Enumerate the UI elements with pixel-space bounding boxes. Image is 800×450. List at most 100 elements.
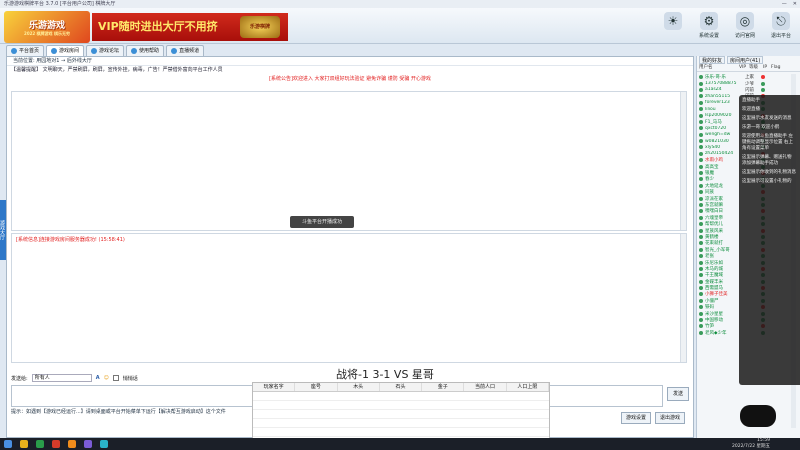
user-icon <box>699 260 703 265</box>
grid-col-player: 玩家名字 <box>253 383 296 391</box>
lobby-side-tab[interactable]: 游戏大厅 <box>0 200 6 260</box>
tab-room-users[interactable]: 房间用户(41) <box>727 56 764 64</box>
table-row[interactable] <box>253 410 549 419</box>
user-icon <box>699 132 703 137</box>
window-controls: — ✕ <box>782 0 797 8</box>
user-name: 13757088875 <box>705 81 737 87</box>
tab-help[interactable]: 使用帮助 <box>126 45 165 56</box>
user-icon <box>699 94 703 99</box>
user-icon <box>699 203 703 207</box>
user-icon <box>699 292 703 297</box>
user-position: 少爷 <box>745 81 754 87</box>
header-buttons: ☀ ⚙ 系统设置 ◎ 访问官网 ⎋ 退出平台 <box>658 12 796 39</box>
send-button[interactable]: 发送 <box>667 387 689 401</box>
browser-icon[interactable] <box>36 440 44 448</box>
user-icon <box>699 119 703 124</box>
col-level: 等级 <box>749 65 758 70</box>
table-row[interactable] <box>253 419 549 428</box>
table-row[interactable] <box>253 401 549 410</box>
tab-help-label: 使用帮助 <box>139 48 160 54</box>
table-row[interactable] <box>253 392 549 401</box>
home-icon <box>11 48 17 54</box>
flag-icon <box>761 87 765 92</box>
user-icon <box>699 75 703 80</box>
system-chat-scrollbar[interactable] <box>680 234 686 362</box>
overlay-message: 这里展示水友发送的消息 <box>742 116 792 121</box>
user-icon <box>699 171 703 176</box>
game-app-icon[interactable] <box>52 440 60 448</box>
user-icon <box>699 158 703 163</box>
user-icon <box>699 126 703 131</box>
sidebar-tabs: 我的好友 房间用户(41) <box>697 56 800 64</box>
close-icon[interactable]: ✕ <box>793 0 797 8</box>
public-chat-area[interactable]: 斗鱼平台开播成功 <box>11 91 687 231</box>
user-name: 乐乐·哥·乐 <box>705 75 726 81</box>
live-icon <box>171 48 178 54</box>
tab-game-rooms[interactable]: 游戏房间 <box>46 45 85 56</box>
user-icon <box>699 215 703 220</box>
user-icon <box>699 286 703 291</box>
game-grid-header: 玩家名字 座号 木头 石头 金子 当前人口 人口上限 <box>253 383 549 392</box>
douyu-icon[interactable] <box>68 440 76 448</box>
system-settings-button[interactable]: ⚙ 系统设置 <box>694 12 724 39</box>
system-settings-label: 系统设置 <box>698 33 719 39</box>
tab-forum[interactable]: 游戏论坛 <box>86 45 125 56</box>
system-chat-area[interactable]: [系统信息]连接游戏房间服务器成功! (15:58:41) <box>11 233 687 363</box>
overlay-message: 欢迎使用斗鱼直播助手 左键拖动调整显示位置 右上角有设置菜单 <box>742 134 793 151</box>
help-icon <box>131 48 138 54</box>
banner-text: VIP随时进出大厅不用挤 <box>98 20 218 33</box>
tab-home-label: 平台首页 <box>19 48 40 54</box>
logo-text: 乐游游戏 <box>28 20 65 31</box>
user-icon <box>699 279 703 284</box>
logo-subtext: 2022 棋牌游戏 棋乐无穷 <box>24 30 70 36</box>
col-flag: Flag <box>771 65 781 70</box>
user-icon <box>699 145 703 150</box>
exit-platform-button[interactable]: ⎋ 退出平台 <box>766 12 796 39</box>
chat-line: [系统信息]连接游戏房间服务器成功! (15:58:41) <box>16 237 125 243</box>
font-icon[interactable]: A <box>96 375 100 381</box>
forum-icon <box>91 48 98 54</box>
table-row[interactable] <box>253 428 549 437</box>
main-tabs: 平台首页 游戏房间 游戏论坛 使用帮助 直播频道 <box>6 45 205 56</box>
minimize-icon[interactable]: — <box>782 0 787 8</box>
whisper-checkbox[interactable] <box>112 375 119 381</box>
overlay-message: 乐游一哥 欢迎小鹤 <box>742 125 780 130</box>
live-assistant-overlay[interactable]: 直播助手 欢迎直播 这里展示水友发送的消息 乐游一哥 欢迎小鹤 欢迎使用斗鱼直播助手 左… <box>739 95 800 385</box>
lightbulb-button[interactable]: ☀ <box>658 12 688 39</box>
logo: 乐游游戏 2022 棋牌游戏 棋乐无穷 <box>4 11 90 43</box>
grid-col-gold: 金子 <box>422 383 465 391</box>
tab-my-friends[interactable]: 我的好友 <box>699 56 726 64</box>
flag-icon <box>761 75 765 80</box>
game-settings-button[interactable]: 游戏设置 <box>621 412 651 424</box>
system-announcement: [系统公告]欢迎进入 大家打双组好玩法验证 避免诈骗 谨防 受骗 开心游戏 <box>269 76 431 82</box>
tab-game-rooms-label: 游戏房间 <box>59 48 80 54</box>
vip-banner[interactable]: VIP随时进出大厅不用挤 乐游棋牌 <box>92 13 288 41</box>
app-icon[interactable] <box>84 440 92 448</box>
start-icon[interactable] <box>4 440 12 448</box>
app2-icon[interactable] <box>100 440 108 448</box>
user-icon <box>699 107 703 112</box>
grid-col-seat: 座号 <box>295 383 338 391</box>
tab-home[interactable]: 平台首页 <box>6 45 45 56</box>
user-icon <box>699 247 703 252</box>
grid-col-stone: 石头 <box>380 383 423 391</box>
exit-game-button[interactable]: 退出游戏 <box>655 412 685 424</box>
tab-live[interactable]: 直播频道 <box>166 45 205 56</box>
user-icon <box>699 228 703 233</box>
visit-website-button[interactable]: ◎ 访问官网 <box>730 12 760 39</box>
user-icon <box>699 196 703 201</box>
folder-icon[interactable] <box>20 440 28 448</box>
col-vip: VIP <box>739 65 747 70</box>
user-icon <box>699 273 703 278</box>
emoji-icon[interactable]: ☺ <box>104 375 109 381</box>
overlay-message: 这里展示弹幕、赠送礼物 添加弹幕助手成功 <box>742 155 792 166</box>
user-icon <box>699 209 703 214</box>
location-breadcrumb: 当前位置: 用园地对1 → 后外线大厅 <box>7 57 693 66</box>
user-icon <box>699 266 703 271</box>
user-icon <box>699 318 703 323</box>
send-to-select[interactable]: 所有人 <box>31 374 92 382</box>
col-username: 用户名 <box>699 65 713 70</box>
clock-date: 2022/7/22 星期五 <box>731 444 770 449</box>
chat-scrollbar[interactable] <box>680 92 686 230</box>
toast-message: 斗鱼平台开播成功 <box>290 216 354 228</box>
